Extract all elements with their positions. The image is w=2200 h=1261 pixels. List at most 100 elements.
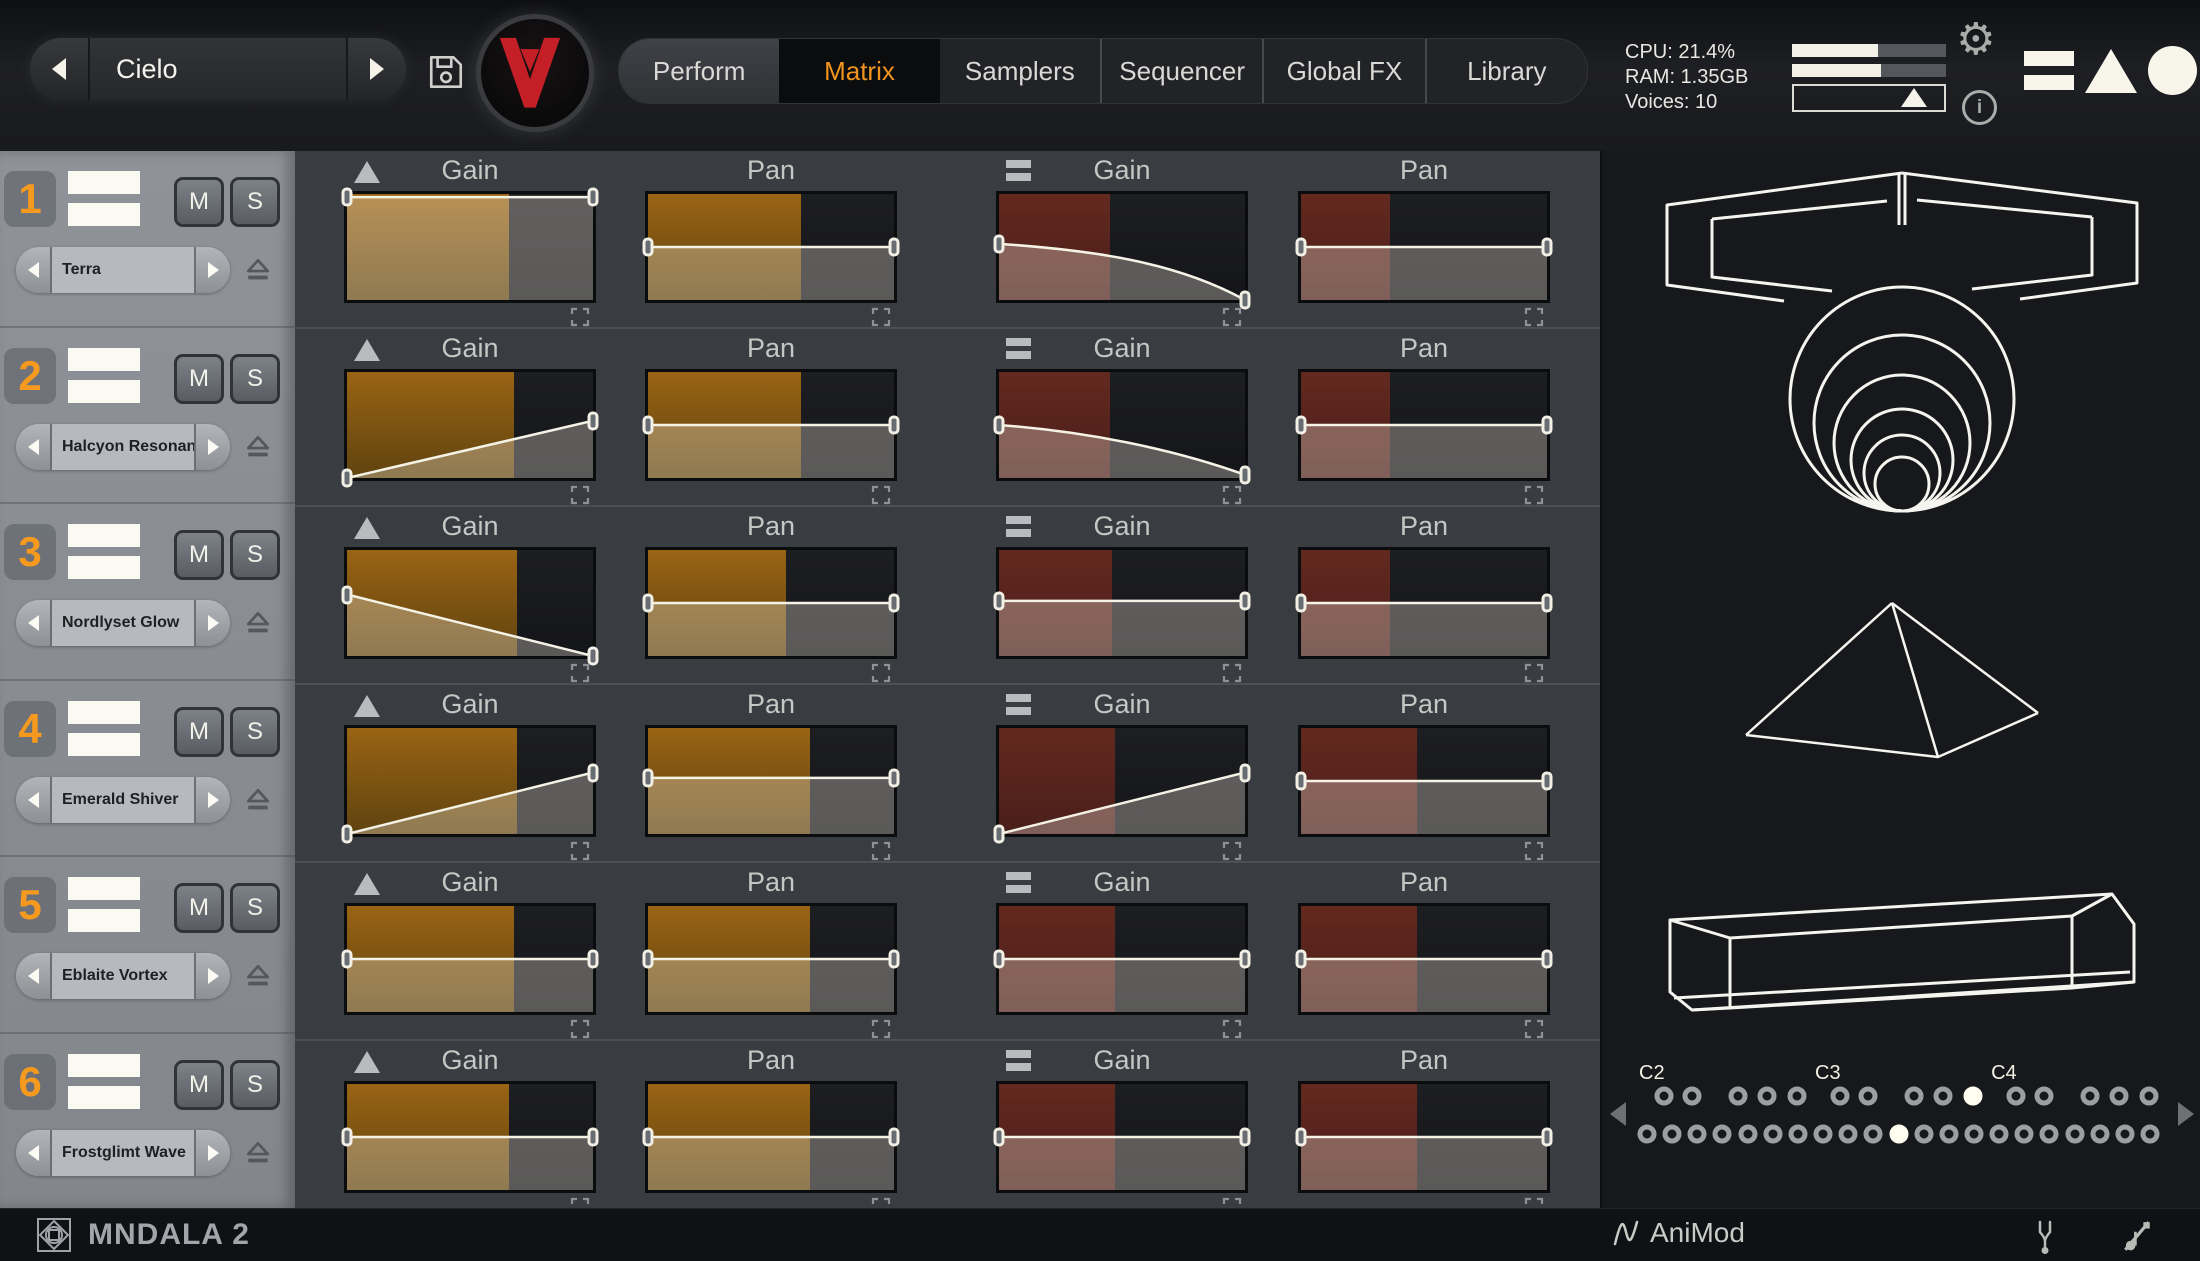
envelope-handle[interactable] (889, 594, 900, 613)
sample-prev-button[interactable] (16, 777, 50, 823)
mute-button[interactable]: M (174, 354, 224, 404)
envelope-handle[interactable] (1240, 763, 1251, 782)
envelope-handle[interactable] (1542, 238, 1553, 257)
envelope-handle[interactable] (1542, 772, 1553, 791)
eject-button[interactable] (244, 1140, 272, 1171)
preset-name[interactable]: Cielo (90, 38, 346, 100)
envelope-handle[interactable] (342, 1128, 353, 1147)
envelope-handle[interactable] (994, 825, 1005, 844)
sample-next-button[interactable] (196, 1130, 230, 1176)
settings-button[interactable]: ⚙ (1956, 18, 1995, 62)
envelope-handle[interactable] (342, 950, 353, 969)
mute-button[interactable]: M (174, 1060, 224, 1110)
eject-button[interactable] (244, 787, 272, 818)
envelope-handle[interactable] (889, 1128, 900, 1147)
solo-button[interactable]: S (230, 530, 280, 580)
envelope-handle[interactable] (994, 234, 1005, 253)
sample-next-button[interactable] (196, 777, 230, 823)
tab-global-fx[interactable]: Global FX (1262, 39, 1424, 103)
envelope-handle[interactable] (342, 469, 353, 488)
envelope-handle[interactable] (342, 188, 353, 207)
eject-button[interactable] (244, 257, 272, 288)
envelope-handle[interactable] (342, 585, 353, 604)
envelope-cell[interactable] (1298, 547, 1550, 659)
keyboard-scroll-right[interactable] (2178, 1102, 2194, 1126)
envelope-handle[interactable] (1296, 594, 1307, 613)
envelope-cell[interactable] (645, 369, 897, 481)
envelope-handle[interactable] (643, 594, 654, 613)
solo-button[interactable]: S (230, 354, 280, 404)
envelope-cell[interactable] (344, 903, 596, 1015)
envelope-handle[interactable] (1542, 950, 1553, 969)
envelope-handle[interactable] (994, 416, 1005, 435)
envelope-handle[interactable] (1296, 950, 1307, 969)
envelope-handle[interactable] (994, 591, 1005, 610)
mute-button[interactable]: M (174, 707, 224, 757)
sample-next-button[interactable] (196, 953, 230, 999)
preset-next-button[interactable] (348, 38, 406, 100)
envelope-cell[interactable] (996, 547, 1248, 659)
envelope-handle[interactable] (643, 238, 654, 257)
sample-prev-button[interactable] (16, 424, 50, 470)
envelope-cell[interactable] (996, 903, 1248, 1015)
envelope-cell[interactable] (1298, 191, 1550, 303)
envelope-cell[interactable] (344, 1081, 596, 1193)
info-button[interactable]: i (1962, 90, 1997, 125)
tuning-fork-button[interactable] (2032, 1219, 2058, 1260)
envelope-handle[interactable] (1240, 465, 1251, 484)
envelope-handle[interactable] (1296, 238, 1307, 257)
eject-button[interactable] (244, 963, 272, 994)
envelope-handle[interactable] (1296, 416, 1307, 435)
envelope-handle[interactable] (588, 950, 599, 969)
envelope-handle[interactable] (889, 950, 900, 969)
envelope-handle[interactable] (1240, 591, 1251, 610)
envelope-cell[interactable] (996, 191, 1248, 303)
tab-samplers[interactable]: Samplers (940, 39, 1100, 103)
envelope-handle[interactable] (994, 1128, 1005, 1147)
envelope-handle[interactable] (1542, 416, 1553, 435)
solo-button[interactable]: S (230, 883, 280, 933)
envelope-cell[interactable] (996, 369, 1248, 481)
envelope-handle[interactable] (994, 950, 1005, 969)
envelope-cell[interactable] (645, 191, 897, 303)
envelope-handle[interactable] (1296, 772, 1307, 791)
mute-button[interactable]: M (174, 177, 224, 227)
eject-button[interactable] (244, 610, 272, 641)
envelope-handle[interactable] (1240, 950, 1251, 969)
envelope-cell[interactable] (996, 1081, 1248, 1193)
envelope-cell[interactable] (344, 369, 596, 481)
envelope-handle[interactable] (889, 768, 900, 787)
envelope-cell[interactable] (1298, 369, 1550, 481)
solo-button[interactable]: S (230, 177, 280, 227)
mute-button[interactable]: M (174, 530, 224, 580)
eject-button[interactable] (244, 434, 272, 465)
envelope-handle[interactable] (588, 763, 599, 782)
envelope-handle[interactable] (643, 416, 654, 435)
envelope-cell[interactable] (645, 725, 897, 837)
tab-matrix[interactable]: Matrix (779, 39, 939, 103)
solo-button[interactable]: S (230, 1060, 280, 1110)
envelope-handle[interactable] (588, 1128, 599, 1147)
envelope-cell[interactable] (1298, 1081, 1550, 1193)
envelope-handle[interactable] (643, 1128, 654, 1147)
save-button[interactable] (426, 52, 466, 92)
sample-prev-button[interactable] (16, 1130, 50, 1176)
tab-library[interactable]: Library (1425, 39, 1587, 103)
mute-button[interactable]: M (174, 883, 224, 933)
solo-button[interactable]: S (230, 707, 280, 757)
sample-prev-button[interactable] (16, 247, 50, 293)
envelope-handle[interactable] (1240, 1128, 1251, 1147)
envelope-cell[interactable] (645, 547, 897, 659)
envelope-handle[interactable] (1542, 594, 1553, 613)
envelope-cell[interactable] (344, 725, 596, 837)
sample-next-button[interactable] (196, 247, 230, 293)
sample-prev-button[interactable] (16, 953, 50, 999)
sample-prev-button[interactable] (16, 600, 50, 646)
envelope-cell[interactable] (1298, 725, 1550, 837)
preset-prev-button[interactable] (30, 38, 88, 100)
envelope-handle[interactable] (643, 950, 654, 969)
sample-next-button[interactable] (196, 424, 230, 470)
tab-sequencer[interactable]: Sequencer (1100, 39, 1262, 103)
midi-panic-button[interactable] (2122, 1219, 2152, 1258)
sample-next-button[interactable] (196, 600, 230, 646)
